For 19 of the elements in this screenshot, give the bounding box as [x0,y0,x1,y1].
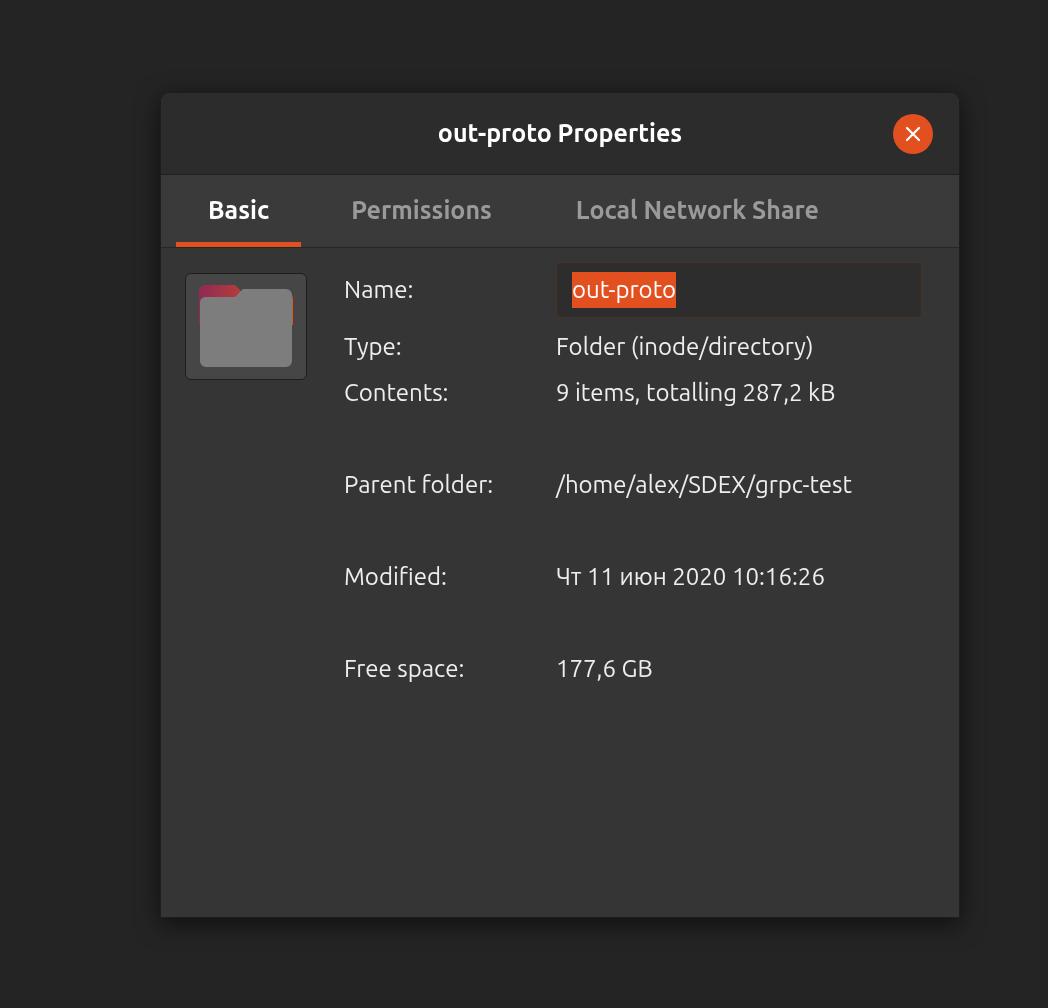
property-label: Contents: [344,378,450,408]
window-title: out-proto Properties [437,117,683,149]
property-label: Parent folder: [344,470,495,500]
name-label: Name: [344,275,415,305]
tab[interactable]: Basic [176,175,302,247]
close-button[interactable] [893,114,933,154]
property-value: 9 items, totalling 287,2 kB [556,378,836,408]
name-field[interactable]: out-proto [556,262,922,318]
property-value: Folder (inode/directory) [556,332,814,362]
property-value: 177,6 GB [556,654,653,684]
folder-icon [199,284,293,369]
tab[interactable]: Permissions [319,175,524,247]
property-label: Free space: [344,654,466,684]
tab[interactable]: Local Network Share [543,175,851,247]
property-value: /home/alex/SDEX/grpc-test [556,470,852,500]
property-value: Чт 11 июн 2020 10:16:26 [556,562,825,592]
property-label: Type: [344,332,403,362]
close-icon [905,126,921,142]
property-label: Modified: [344,562,448,592]
